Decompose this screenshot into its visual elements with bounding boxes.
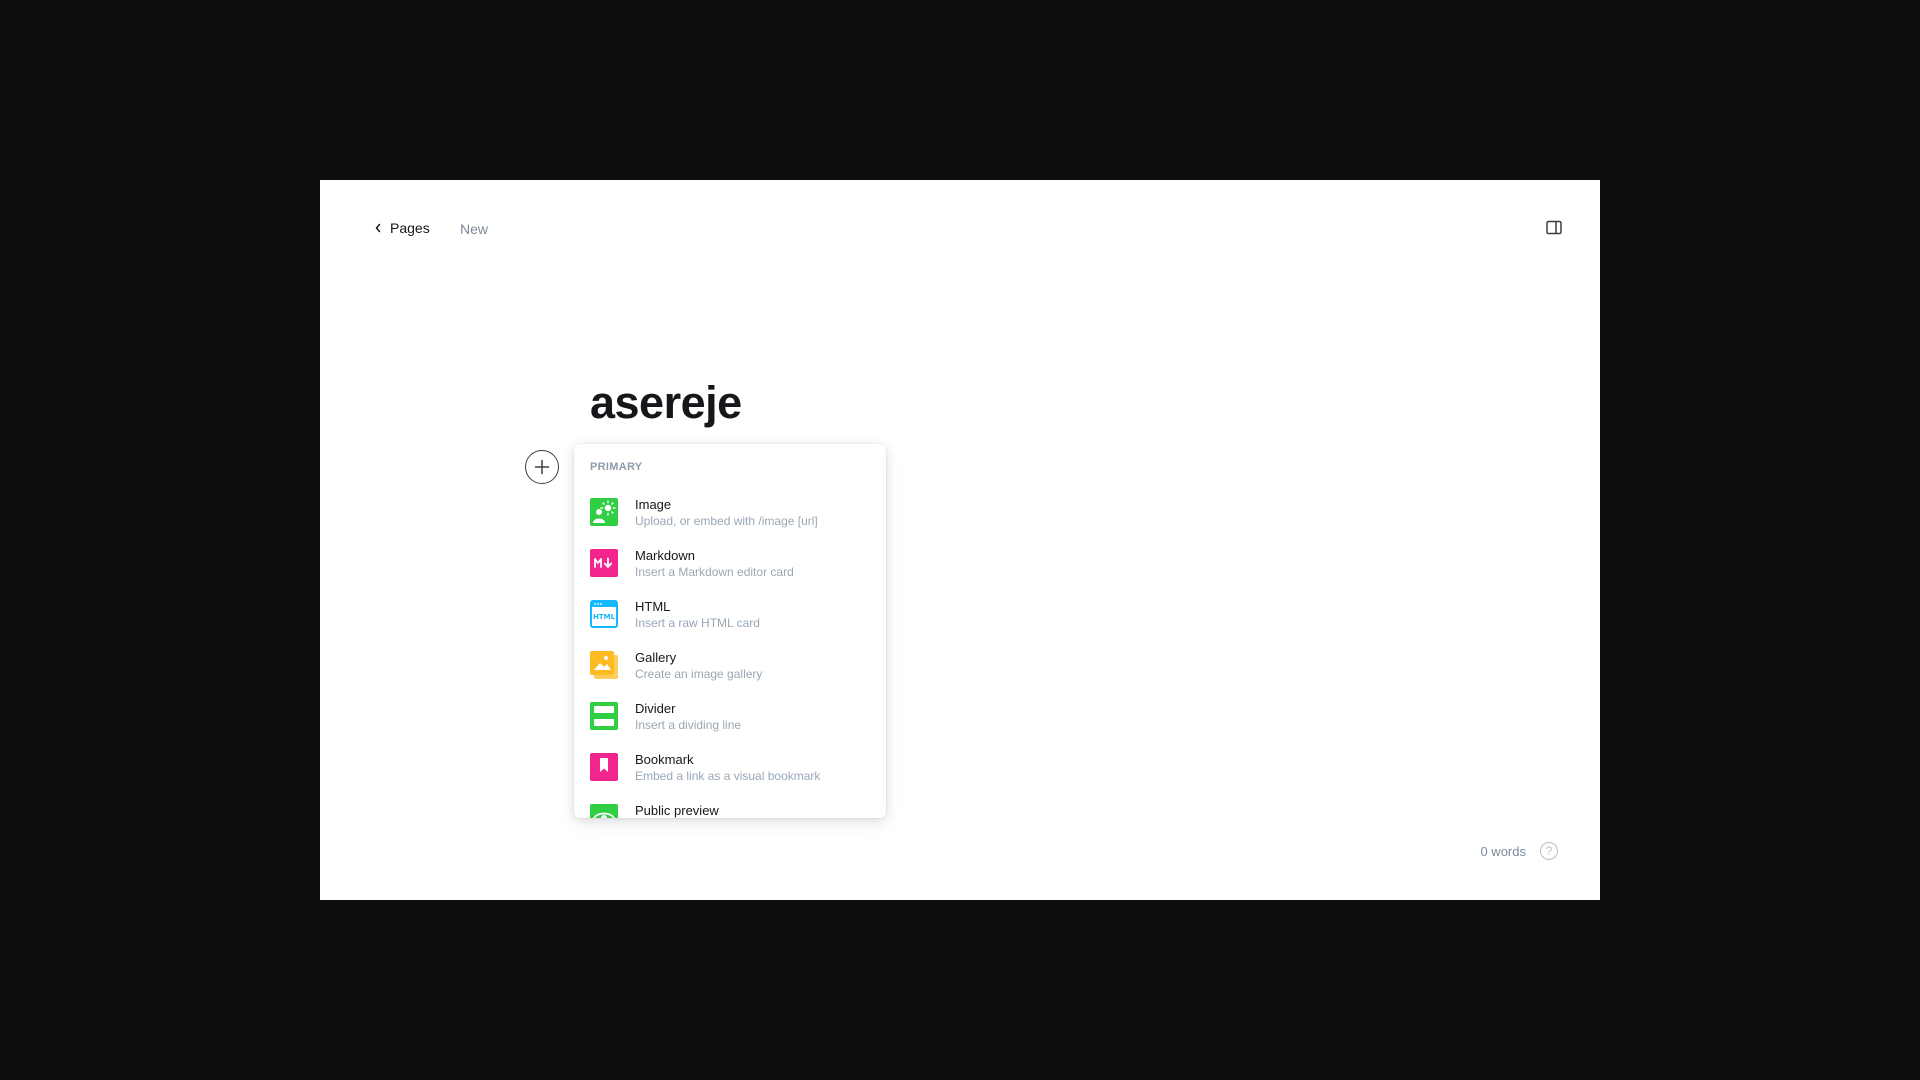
card-menu-item-gallery[interactable]: Gallery Create an image gallery <box>574 640 886 691</box>
card-menu-item-description: Insert a dividing line <box>635 718 742 732</box>
card-menu-item-description: Create an image gallery <box>635 667 763 681</box>
back-link-label: Pages <box>390 220 430 236</box>
card-menu-item-description: Insert a raw HTML card <box>635 616 760 630</box>
editor-window: Pages New asereje PRIMARY Image Upload, … <box>320 180 1600 900</box>
card-menu-item-bookmark[interactable]: Bookmark Embed a link as a visual bookma… <box>574 742 886 793</box>
back-to-pages-link[interactable]: Pages <box>374 220 430 236</box>
post-title[interactable]: asereje <box>590 380 742 425</box>
svg-text:HTML: HTML <box>593 613 616 621</box>
card-menu: PRIMARY Image Upload, or embed with /ima… <box>574 444 886 818</box>
card-menu-item-description: Upload, or embed with /image [url] <box>635 514 818 528</box>
add-card-button[interactable] <box>525 450 559 484</box>
card-menu-item-label: Gallery <box>635 650 677 665</box>
card-menu-item-label: Divider <box>635 701 676 716</box>
word-count: 0 words <box>1480 844 1526 859</box>
card-menu-item-description: Insert a Markdown editor card <box>635 565 794 579</box>
card-menu-item-label: HTML <box>635 599 671 614</box>
eye-icon <box>590 804 618 818</box>
card-menu-item-label: Markdown <box>635 548 695 563</box>
card-menu-item-markdown[interactable]: Markdown Insert a Markdown editor card <box>574 538 886 589</box>
sidebar-toggle-icon <box>1546 220 1562 235</box>
bookmark-icon <box>590 753 618 781</box>
chevron-left-icon <box>375 223 381 233</box>
card-menu-item-description: Embed a link as a visual bookmark <box>635 769 821 783</box>
help-button[interactable]: ? <box>1540 842 1558 860</box>
gallery-icon <box>590 651 618 679</box>
post-status: New <box>460 221 489 237</box>
card-menu-item-divider[interactable]: Divider Insert a dividing line <box>574 691 886 742</box>
image-icon <box>590 498 618 526</box>
markdown-icon <box>590 549 618 577</box>
editor-topbar: Pages New <box>320 180 1600 276</box>
divider-icon <box>590 702 618 730</box>
card-menu-item-public-preview[interactable]: Public preview <box>574 793 886 818</box>
plus-icon <box>534 459 550 475</box>
settings-panel-toggle[interactable] <box>1545 219 1565 237</box>
card-menu-item-label: Bookmark <box>635 752 694 767</box>
card-menu-item-label: Image <box>635 497 672 512</box>
html-icon: HTML <box>590 600 618 628</box>
question-mark-icon: ? <box>1545 844 1553 858</box>
card-menu-item-html[interactable]: HTML HTML Insert a raw HTML card <box>574 589 886 640</box>
card-menu-section-label: PRIMARY <box>590 461 643 473</box>
card-menu-item-image[interactable]: Image Upload, or embed with /image [url] <box>574 487 886 538</box>
card-menu-item-label: Public preview <box>635 803 719 818</box>
